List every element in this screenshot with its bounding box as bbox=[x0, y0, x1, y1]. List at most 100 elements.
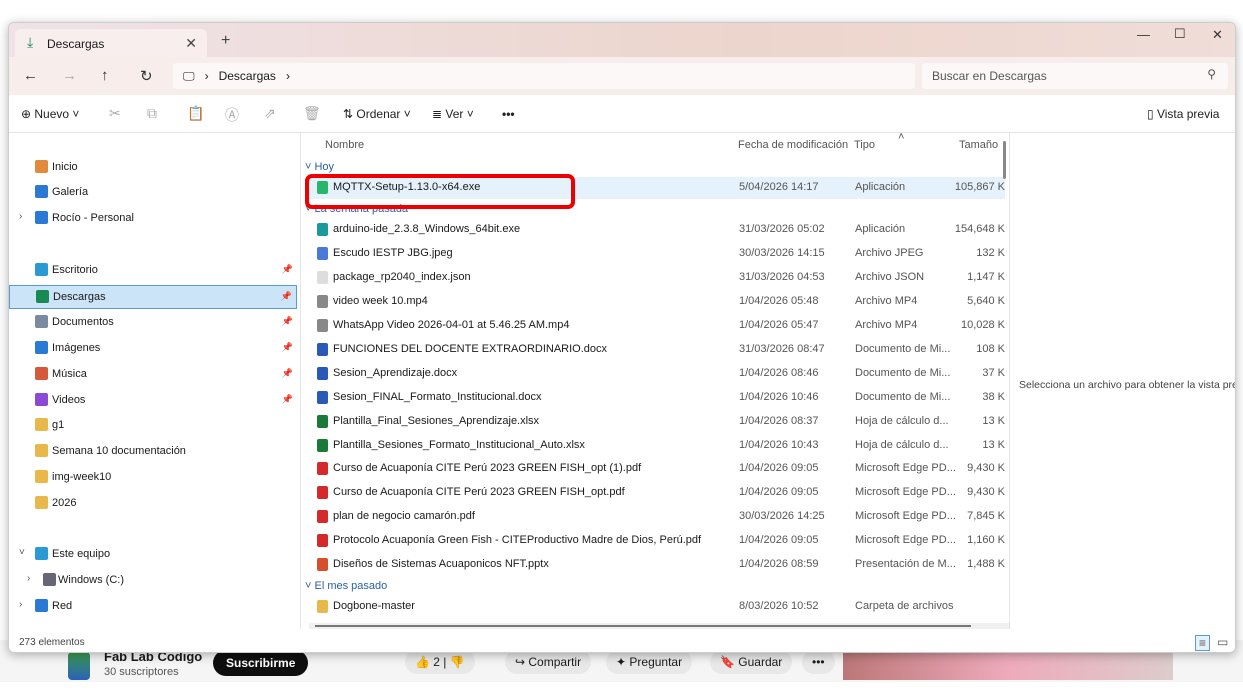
sort-button[interactable]: ⇅ Ordenar ˅ bbox=[343, 107, 411, 121]
preview-pane-button[interactable]: ▯ Vista previa bbox=[1147, 107, 1219, 121]
file-type: Microsoft Edge PD... bbox=[855, 462, 956, 474]
breadcrumb[interactable]: Descargas bbox=[219, 69, 276, 83]
file-type: Documento de Mi... bbox=[855, 367, 951, 379]
file-row[interactable]: plan de negocio camarón.pdf 30/03/2026 1… bbox=[309, 506, 1005, 528]
file-row[interactable]: arduino-ide_2.3.8_Windows_64bit.exe 31/0… bbox=[309, 219, 1005, 241]
file-row[interactable]: Diseños de Sistemas Acuaponicos NFT.pptx… bbox=[309, 554, 1005, 576]
column-name[interactable]: Nombre bbox=[325, 139, 364, 151]
navigation-bar: ← → ↑ ↻ 🖵 › Descargas › Buscar en Descar… bbox=[9, 57, 1235, 95]
share-button[interactable]: ↪ Compartir bbox=[505, 650, 592, 674]
file-type: Archivo MP4 bbox=[855, 295, 918, 307]
more-button[interactable]: ••• bbox=[802, 650, 835, 674]
file-icon bbox=[317, 295, 328, 308]
file-row[interactable]: Plantilla_Final_Sesiones_Aprendizaje.xls… bbox=[309, 411, 1005, 433]
file-row[interactable]: Dogbone-master 8/03/2026 10:52 Carpeta d… bbox=[309, 596, 1005, 618]
sidebar-item[interactable]: Música 📌 bbox=[9, 363, 297, 387]
details-view-button[interactable]: ≡ bbox=[1195, 635, 1211, 651]
file-icon bbox=[317, 534, 328, 547]
tab-descargas[interactable]: ⤓ Descargas ✕ bbox=[15, 29, 207, 57]
sort-label: Ordenar bbox=[356, 107, 401, 121]
sidebar-item[interactable]: Semana 10 documentación bbox=[9, 440, 297, 464]
column-size[interactable]: Tamaño bbox=[959, 139, 998, 151]
more-options-button[interactable]: ••• bbox=[502, 107, 515, 121]
subscriber-count: 30 suscriptores bbox=[104, 666, 179, 678]
chevron-right-icon[interactable]: › bbox=[19, 211, 22, 222]
file-date: 1/04/2026 08:46 bbox=[739, 367, 819, 379]
folder-icon bbox=[35, 444, 48, 457]
close-tab-icon[interactable]: ✕ bbox=[185, 35, 197, 52]
sidebar-item[interactable]: Escritorio 📌 bbox=[9, 259, 297, 283]
sidebar-item-label: Red bbox=[52, 600, 73, 612]
delete-icon[interactable]: 🗑 bbox=[303, 105, 321, 122]
file-explorer-window: ⤓ Descargas ✕ + — ☐ ✕ ← → ↑ ↻ 🖵 › Descar… bbox=[8, 22, 1236, 653]
ask-button[interactable]: ✦ Preguntar bbox=[606, 650, 693, 674]
forward-icon[interactable]: → bbox=[62, 67, 77, 84]
refresh-icon[interactable]: ↻ bbox=[140, 67, 153, 85]
sidebar-item[interactable]: Galería bbox=[9, 181, 297, 205]
share-icon[interactable]: ⇗ bbox=[264, 105, 276, 122]
column-type[interactable]: Tipo bbox=[854, 139, 875, 151]
search-input[interactable]: Buscar en Descargas ⚲ bbox=[922, 63, 1228, 89]
new-tab-button[interactable]: + bbox=[221, 32, 230, 50]
file-row[interactable]: Sesion_FINAL_Formato_Institucional.docx … bbox=[309, 387, 1005, 409]
file-type: Documento de Mi... bbox=[855, 343, 951, 355]
file-name: Dogbone-master bbox=[333, 600, 415, 612]
preview-pane: Selecciona un archivo para obtener la vi… bbox=[1009, 133, 1235, 629]
sidebar-item[interactable]: › Rocío - Personal bbox=[9, 207, 297, 231]
up-icon[interactable]: ↑ bbox=[101, 67, 109, 84]
file-row[interactable]: Curso de Acuaponía CITE Perú 2023 GREEN … bbox=[309, 482, 1005, 504]
sidebar-item[interactable]: Imágenes 📌 bbox=[9, 337, 297, 361]
file-row[interactable]: Sesion_Aprendizaje.docx 1/04/2026 08:46 … bbox=[309, 363, 1005, 385]
file-name: arduino-ide_2.3.8_Windows_64bit.exe bbox=[333, 223, 521, 235]
horizontal-scrollbar[interactable] bbox=[309, 623, 1009, 629]
sidebar-item[interactable]: Documentos 📌 bbox=[9, 311, 297, 335]
cut-icon[interactable]: ✂ bbox=[109, 105, 121, 122]
close-window-button[interactable]: ✕ bbox=[1212, 27, 1223, 43]
file-row[interactable]: FUNCIONES DEL DOCENTE EXTRAORDINARIO.doc… bbox=[309, 339, 1005, 361]
sidebar-item[interactable]: img-week10 bbox=[9, 466, 297, 490]
new-button[interactable]: ⊕ Nuevo ˅ bbox=[21, 107, 79, 121]
back-icon[interactable]: ← bbox=[23, 67, 38, 84]
file-row[interactable]: video week 10.mp4 1/04/2026 05:48 Archiv… bbox=[309, 291, 1005, 313]
like-button[interactable]: 👍 2 | 👎 bbox=[405, 650, 475, 674]
file-row[interactable]: Plantilla_Sesiones_Formato_Institucional… bbox=[309, 435, 1005, 457]
sidebar-item-label: Escritorio bbox=[52, 264, 98, 276]
download-icon: ⤓ bbox=[27, 34, 34, 50]
sidebar-item[interactable]: › Red bbox=[9, 595, 297, 619]
vertical-scrollbar[interactable] bbox=[1003, 141, 1006, 179]
file-row[interactable]: Protocolo Acuaponía Green Fish - CITEPro… bbox=[309, 530, 1005, 552]
file-size: 9,430 K bbox=[967, 462, 1005, 474]
tiles-view-button[interactable]: ▭ bbox=[1217, 635, 1228, 649]
group-header[interactable]: ˅ El mes pasado bbox=[305, 580, 387, 592]
minimize-button[interactable]: — bbox=[1137, 27, 1150, 42]
file-type: Presentación de M... bbox=[855, 558, 956, 570]
subscribe-button[interactable]: Suscribirme bbox=[213, 650, 309, 676]
rename-icon[interactable]: Ⓐ bbox=[225, 105, 239, 125]
maximize-button[interactable]: ☐ bbox=[1174, 26, 1186, 42]
file-row[interactable]: Curso de Acuaponía CITE Perú 2023 GREEN … bbox=[309, 458, 1005, 480]
address-bar[interactable]: 🖵 › Descargas › bbox=[173, 63, 915, 89]
group-header[interactable]: ˅ Hoy bbox=[305, 161, 334, 173]
view-button[interactable]: ≣ Ver ˅ bbox=[432, 107, 474, 121]
chevron-right-icon[interactable]: › bbox=[27, 573, 30, 584]
chevron-down-icon[interactable]: ˅ bbox=[19, 547, 25, 558]
sidebar-item[interactable]: ˅ Este equipo bbox=[9, 543, 297, 567]
sidebar-item[interactable]: 2026 bbox=[9, 492, 297, 516]
sidebar-item[interactable]: Videos 📌 bbox=[9, 389, 297, 413]
copy-icon[interactable]: ⧉ bbox=[147, 105, 157, 122]
sidebar-item[interactable]: Descargas 📌 bbox=[9, 285, 297, 309]
chevron-right-icon[interactable]: › bbox=[19, 599, 22, 610]
sidebar-item[interactable]: Inicio bbox=[9, 156, 297, 180]
file-size: 10,028 K bbox=[960, 319, 1005, 331]
file-row[interactable]: WhatsApp Video 2026-04-01 at 5.46.25 AM.… bbox=[309, 315, 1005, 337]
save-button[interactable]: 🔖 Guardar bbox=[710, 650, 793, 674]
view-label: Ver bbox=[445, 107, 464, 121]
sidebar-item[interactable]: g1 bbox=[9, 414, 297, 438]
folder-icon bbox=[35, 160, 48, 173]
file-row[interactable]: package_rp2040_index.json 31/03/2026 04:… bbox=[309, 267, 1005, 289]
item-count: 273 elementos bbox=[19, 637, 85, 648]
paste-icon[interactable]: 📋 bbox=[187, 105, 204, 122]
column-date[interactable]: Fecha de modificación bbox=[738, 139, 848, 151]
file-row[interactable]: Escudo IESTP JBG.jpeg 30/03/2026 14:15 A… bbox=[309, 243, 1005, 265]
sidebar-item[interactable]: › Windows (C:) bbox=[9, 569, 297, 593]
